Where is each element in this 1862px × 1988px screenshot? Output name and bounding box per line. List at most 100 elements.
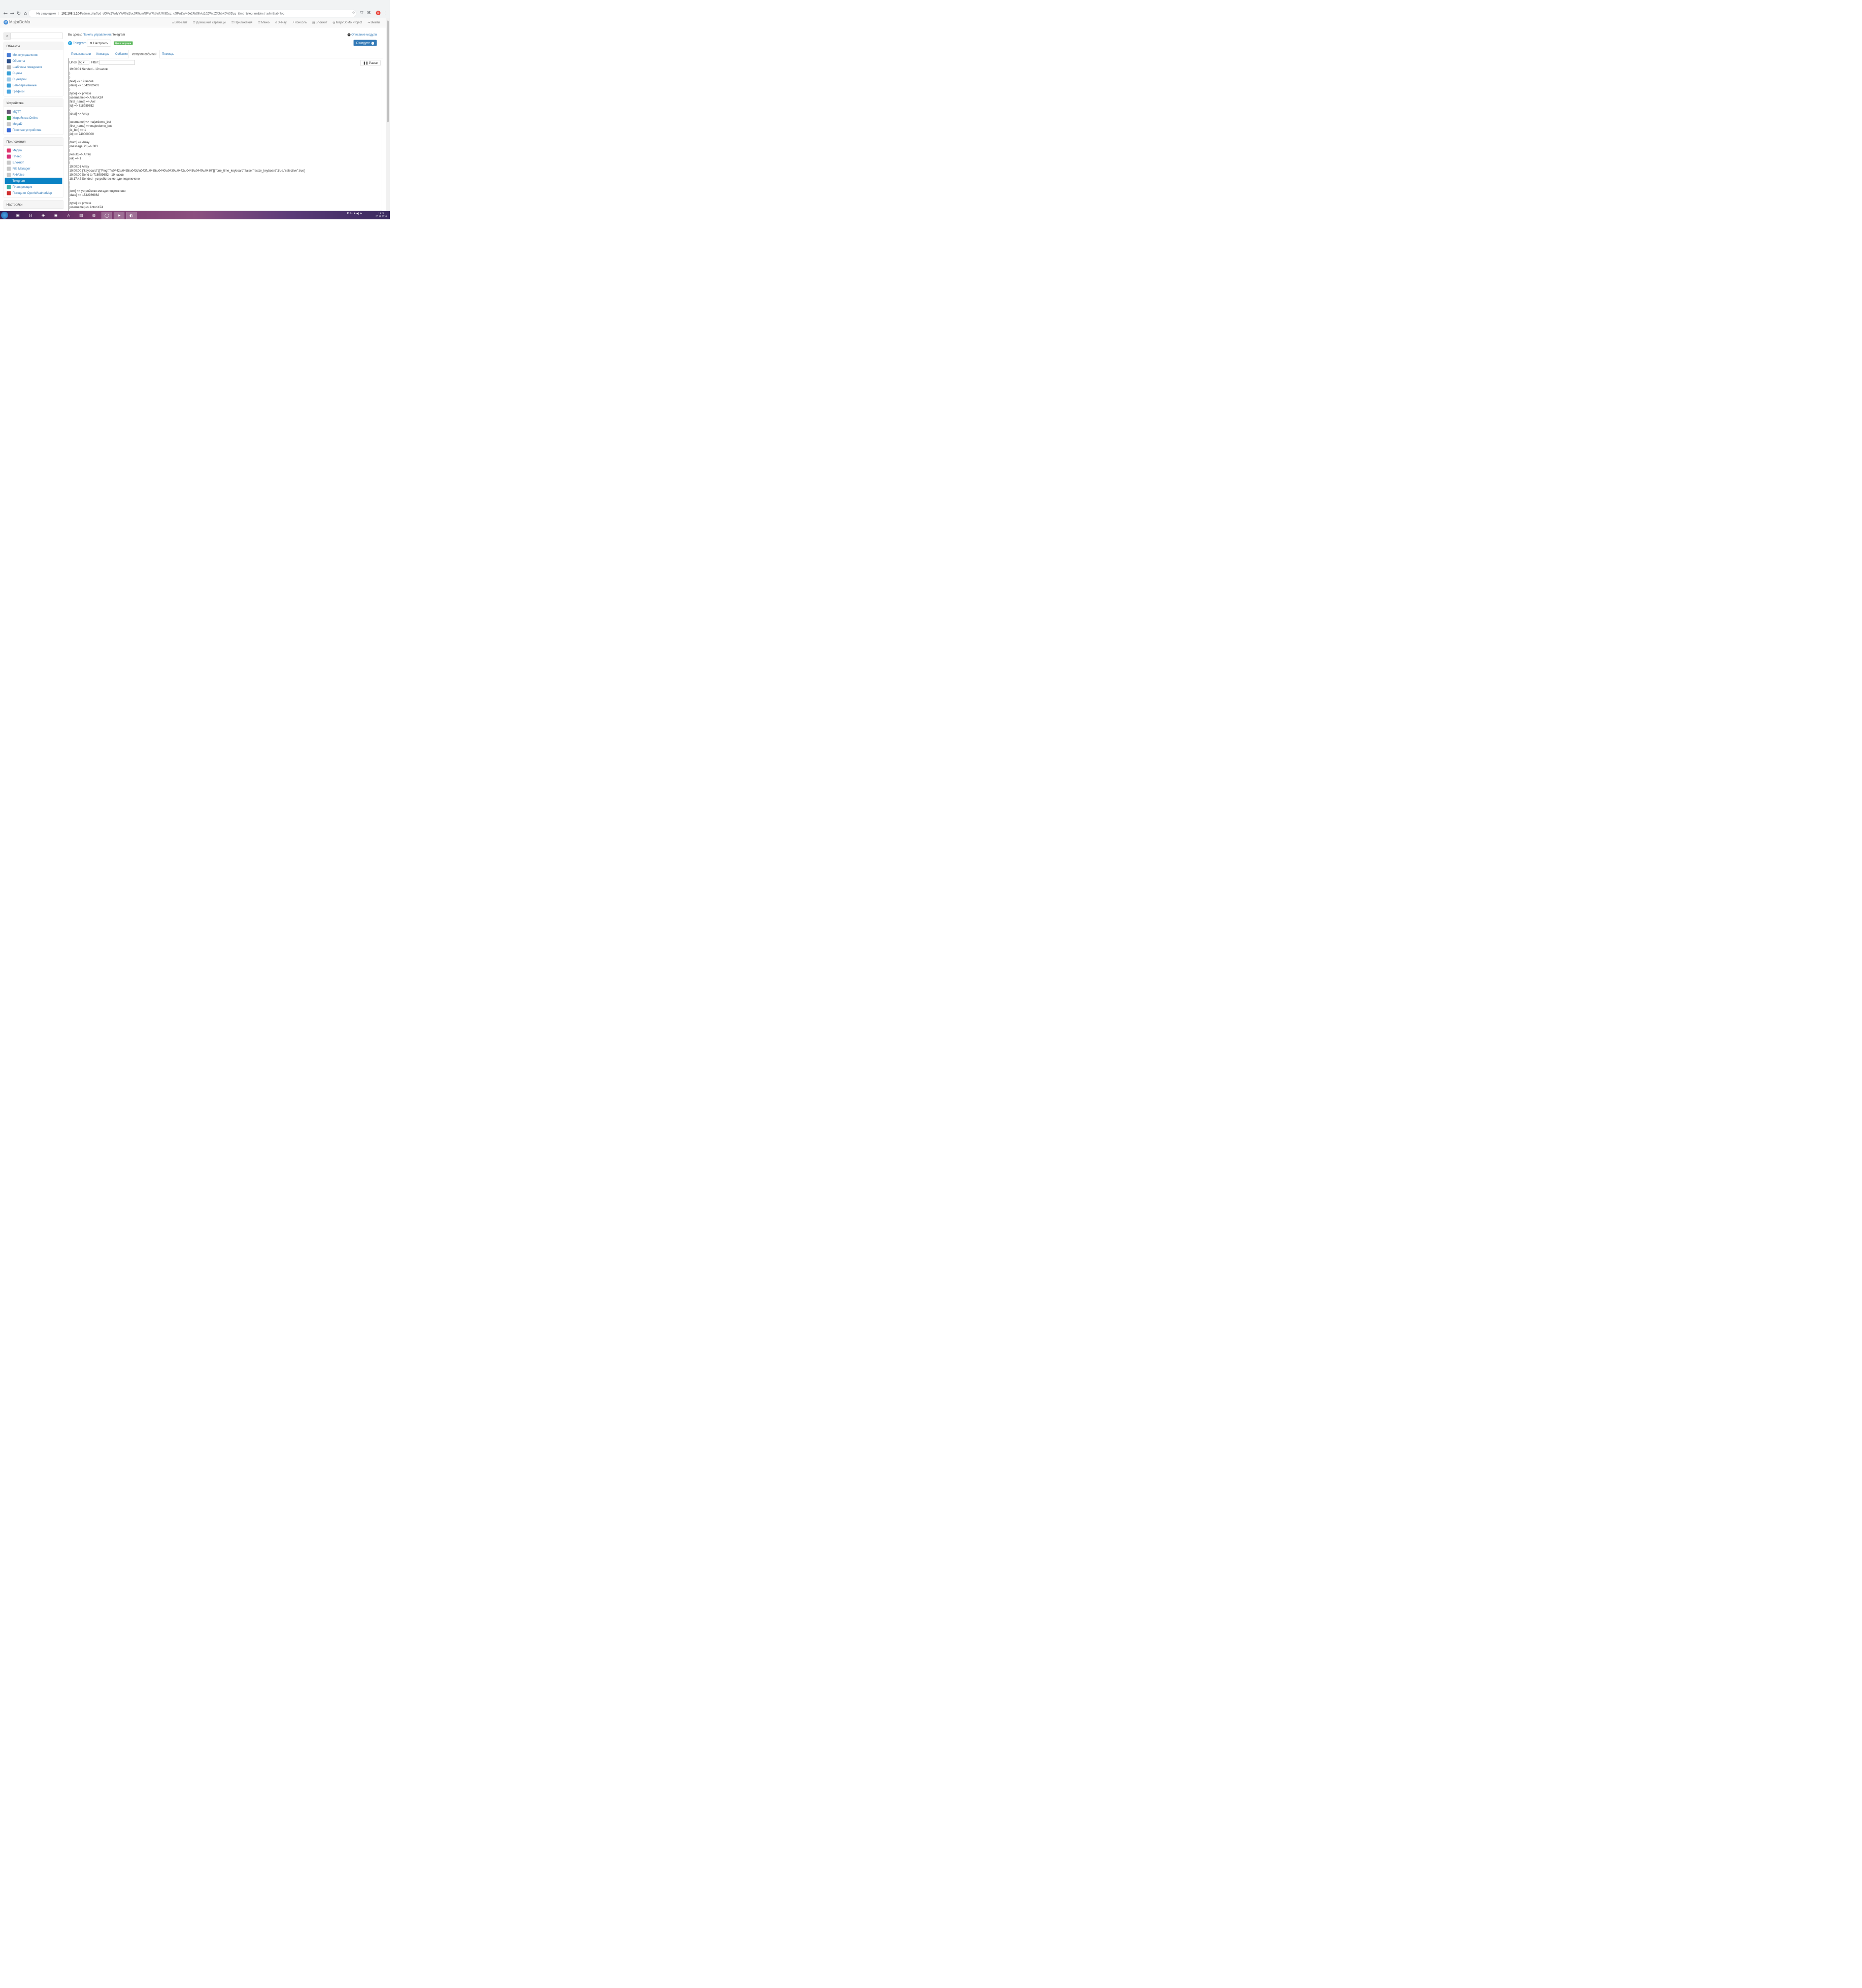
log-line: [message_id] => 303 (69, 144, 98, 148)
filter-input[interactable] (99, 60, 135, 65)
security-label: Не защищено (36, 12, 56, 15)
language-indicator[interactable]: RU (347, 212, 351, 215)
extension-icon[interactable]: ⌘ (366, 10, 372, 16)
sidebar-item[interactable]: Сцены (4, 70, 63, 76)
bookmark-star-icon[interactable]: ☆ (351, 10, 356, 16)
tab-1[interactable]: Команды (93, 50, 112, 58)
sidebar-panel: Приложения Медиа Плеер Блокнот File Manager R… (4, 137, 63, 198)
configure-button[interactable]: ⚙ Настроить (87, 40, 111, 47)
module-icon (7, 154, 11, 159)
sidebar-item[interactable]: Telegram (5, 178, 62, 184)
page-scrollbar[interactable] (386, 18, 390, 211)
top-menu-item[interactable]: ◍ MajorDoMo Project (332, 21, 362, 24)
log-line: [from] => Array (69, 140, 90, 144)
breadcrumb: Вы здесь: Панель управления / telegram (68, 32, 125, 37)
menu-item-icon: ◍ (332, 21, 336, 24)
sidebar-item-label: Графики (12, 89, 25, 93)
sidebar-item[interactable]: Простые устройства (4, 127, 63, 133)
log-line: ) (69, 75, 71, 79)
sidebar-item[interactable]: File Manager (4, 165, 63, 172)
log-output: 19:00:01 Sended - 19 часов)) [text] => 19… (70, 67, 306, 209)
sidebar-item[interactable]: Сценарии (4, 76, 63, 82)
sidebar-item[interactable]: Графики (4, 88, 63, 94)
home-icon[interactable]: ⌂ (22, 10, 28, 16)
address-bar[interactable]: Не защищено | 192.168.1.104/admin.php?pd… (28, 10, 356, 17)
top-menu-item[interactable]: ☰ Домашние страницы (193, 21, 226, 24)
menu-item-label: MajorDoMo Project (336, 20, 362, 24)
sidebar-item[interactable]: MQTT (4, 109, 63, 115)
menu-item-icon: ⊙ (275, 21, 278, 24)
tray-icons[interactable]: ▴ ⚑ ◀) ⇆ (351, 212, 362, 215)
sidebar-item[interactable]: Объекты (4, 58, 63, 64)
taskbar-app-icon[interactable]: ➤ (114, 212, 124, 219)
sidebar-item[interactable]: Меню управления (4, 52, 63, 58)
top-menu: ⌂ Веб-сайт ☰ Домашние страницы ☰ Приложения ☰ М… (167, 21, 380, 24)
sidebar-item[interactable]: RHVoice (4, 172, 63, 178)
sidebar-section-body: Меню управления Объекты Шаблоны поведения С… (4, 50, 63, 96)
breadcrumb-link[interactable]: Панель управления (83, 33, 111, 37)
tab-3[interactable]: История событий (128, 50, 160, 58)
main-content: Вы здесь: Панель управления / telegram ?… (68, 33, 383, 211)
menu-item-icon: ↪ (368, 21, 370, 24)
menu-item-label: X-Ray (278, 20, 287, 24)
module-title[interactable]: ➤ Telegram (68, 41, 86, 45)
taskbar-app-icon[interactable]: ◈ (38, 212, 48, 219)
about-module-button[interactable]: О модуле i (353, 40, 377, 46)
start-button-icon[interactable] (1, 212, 8, 219)
taskbar-app-icon[interactable]: ◯ (102, 212, 112, 219)
sidebar-section-body: Медиа Плеер Блокнот File Manager RHVoice Tele… (4, 146, 63, 197)
sidebar-item[interactable]: Блокнот (4, 159, 63, 165)
scrollbar-thumb[interactable] (387, 20, 389, 122)
brand[interactable]: M MajorDoMo (4, 20, 30, 25)
taskbar-app-icon[interactable]: ▤ (76, 212, 86, 219)
taskbar-app-icon[interactable]: ◐ (126, 212, 137, 219)
module-icon (7, 185, 11, 189)
extension-shield-icon[interactable]: ⛉ (359, 10, 364, 16)
sidebar-item[interactable]: MegaD (4, 121, 63, 127)
module-icon (7, 128, 11, 132)
sidebar-item[interactable]: Шаблоны поведения (4, 64, 63, 70)
module-description-link[interactable]: ? Описание модуля (347, 33, 377, 37)
top-menu-item[interactable]: ⊙ X-Ray (275, 21, 287, 24)
sidebar-item[interactable]: Устройства Online (4, 115, 63, 121)
module-icon (7, 53, 11, 57)
taskbar-app-icon[interactable]: ◍ (89, 212, 99, 219)
sidebar-item[interactable]: Погода от OpenWeatherMap (4, 190, 63, 196)
sidebar-item[interactable]: Медиа (4, 147, 63, 153)
tab-4[interactable]: Помощь (159, 50, 177, 58)
pause-button[interactable]: ❚❚ Pause (360, 60, 381, 66)
profile-avatar[interactable]: Б (376, 11, 381, 15)
log-line: [username] => AntonXZ4 (69, 95, 104, 100)
taskbar-app-icon[interactable]: ◉ (51, 212, 61, 219)
taskbar-app-icon[interactable]: ◬ (63, 212, 74, 219)
sidebar-item[interactable]: Веб-переменные (4, 82, 63, 88)
lines-select[interactable]: 50 ▾ (78, 60, 89, 65)
forward-icon[interactable]: → (9, 10, 15, 16)
sidebar: ⌕ Объекты Меню управления Объекты Шаблоны п… (4, 32, 63, 209)
sidebar-item[interactable]: Планировщик (4, 184, 63, 190)
clock[interactable]: 19:21 23.11.2018 (376, 212, 387, 218)
top-menu-item[interactable]: ☰ Меню (258, 21, 270, 24)
top-menu-item[interactable]: ⌂ Веб-сайт (172, 21, 187, 24)
module-icon (7, 160, 11, 165)
taskbar-app-icon[interactable]: ▣ (13, 212, 23, 219)
pause-icon: ❚❚ (363, 61, 369, 65)
reload-icon[interactable]: ↻ (16, 10, 22, 16)
top-menu-item[interactable]: ▤ Блокнот (312, 21, 327, 24)
menu-item-icon: ⌂ (172, 21, 174, 24)
search-icon[interactable]: ⌕ (4, 32, 11, 40)
browser-menu-icon[interactable]: ⋮ (382, 10, 388, 16)
module-icon (7, 179, 11, 183)
sidebar-item[interactable]: Плеер (4, 153, 63, 159)
module-icon (7, 71, 11, 76)
module-icon (7, 167, 11, 171)
log-line: [result] => Array (69, 152, 91, 156)
search-input[interactable] (10, 32, 63, 39)
top-menu-item[interactable]: ⚡ Консоль (292, 21, 307, 24)
back-icon[interactable]: ← (3, 10, 9, 16)
top-menu-item[interactable]: ☰ Приложения (231, 21, 253, 24)
log-line: ) (69, 197, 71, 201)
tab-0[interactable]: Пользователи (68, 50, 94, 58)
taskbar-app-icon[interactable]: ◎ (25, 212, 36, 219)
top-menu-item[interactable]: ↪ Выйти (368, 21, 380, 24)
